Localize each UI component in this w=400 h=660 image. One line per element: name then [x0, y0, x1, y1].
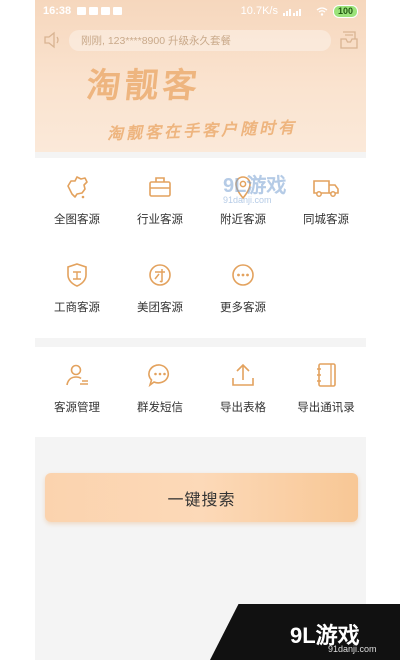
- app-icon: [113, 7, 123, 15]
- status-bar: 16:38 10.7K/s 100: [35, 0, 366, 22]
- truck-icon: [313, 180, 339, 197]
- grid-item-map[interactable]: 全图客源: [35, 172, 119, 227]
- grid-item-export-contacts[interactable]: 导出通讯录: [284, 360, 366, 415]
- grid-item-label: 导出表格: [220, 402, 266, 414]
- user-manage-icon: [66, 364, 88, 386]
- grid-item-business[interactable]: 工商客源: [35, 260, 119, 315]
- message-icon: [101, 7, 111, 15]
- notification-icons: [77, 7, 123, 15]
- slogan: 淘靓客在手客户随时有: [106, 119, 298, 144]
- notice-text: 刚刚, 123****8900 升级永久套餐: [81, 35, 231, 47]
- status-time: 16:38: [43, 5, 72, 17]
- more-dots-icon: [232, 264, 254, 286]
- inbox-icon[interactable]: [339, 30, 359, 50]
- header-banner: 16:38 10.7K/s 100 刚刚, 123****8900 升级永久套餐: [35, 0, 366, 152]
- grid-item-label: 客源管理: [54, 402, 100, 414]
- grid-item-label: 群发短信: [137, 402, 183, 414]
- briefcase-icon: [149, 177, 171, 197]
- watermark-bottom-sub: 91danji.com: [328, 644, 377, 654]
- grid-item-more[interactable]: 更多客源: [201, 260, 285, 315]
- signal-icon: [282, 8, 301, 16]
- grid-item-export-sheet[interactable]: 导出表格: [201, 360, 285, 415]
- mail-icon: [89, 7, 99, 15]
- source-grid: 全图客源 行业客源 附近客源 同城客源 工商客源 美团客源 更多客源: [35, 158, 366, 338]
- shield-badge-icon: [67, 263, 87, 287]
- tools-grid: 客源管理 群发短信 导出表格 导出通讯录: [35, 347, 366, 437]
- chat-bubble-icon: [148, 364, 170, 388]
- network-speed: 10.7K/s: [240, 5, 278, 17]
- contacts-book-icon: [317, 363, 336, 387]
- watermark-top: 9L游戏 91danji.com: [223, 169, 286, 205]
- wifi-icon: [316, 6, 328, 16]
- one-click-search-button[interactable]: 一键搜索: [45, 473, 358, 522]
- app-logo: 淘靓客: [84, 66, 203, 106]
- grid-item-label: 附近客源: [220, 214, 266, 226]
- grid-item-label: 行业客源: [137, 214, 183, 226]
- speaker-icon: [44, 31, 59, 49]
- notice-marquee[interactable]: 刚刚, 123****8900 升级永久套餐: [69, 30, 331, 51]
- grid-item-bulk-sms[interactable]: 群发短信: [118, 360, 202, 415]
- grid-item-samecity[interactable]: 同城客源: [284, 172, 366, 227]
- watermark-bottom: 9L游戏 91danji.com: [210, 604, 400, 660]
- grid-item-label: 更多客源: [220, 302, 266, 314]
- upload-icon: [232, 363, 254, 386]
- grid-item-industry[interactable]: 行业客源: [118, 172, 202, 227]
- meituan-icon: [149, 264, 171, 286]
- grid-item-label: 美团客源: [137, 302, 183, 314]
- battery-indicator: 100: [332, 4, 358, 18]
- grid-item-label: 全图客源: [54, 214, 100, 226]
- notification-icon: [77, 7, 87, 15]
- watermark-top-text: 9L游戏: [223, 175, 287, 197]
- grid-item-label: 同城客源: [303, 214, 349, 226]
- china-map-icon: [67, 176, 88, 199]
- app-screen: 16:38 10.7K/s 100 刚刚, 123****8900 升级永久套餐: [35, 0, 366, 660]
- grid-item-source-manage[interactable]: 客源管理: [35, 360, 119, 415]
- grid-item-label: 工商客源: [54, 302, 100, 314]
- grid-item-meituan[interactable]: 美团客源: [118, 260, 202, 315]
- grid-item-label: 导出通讯录: [297, 402, 355, 414]
